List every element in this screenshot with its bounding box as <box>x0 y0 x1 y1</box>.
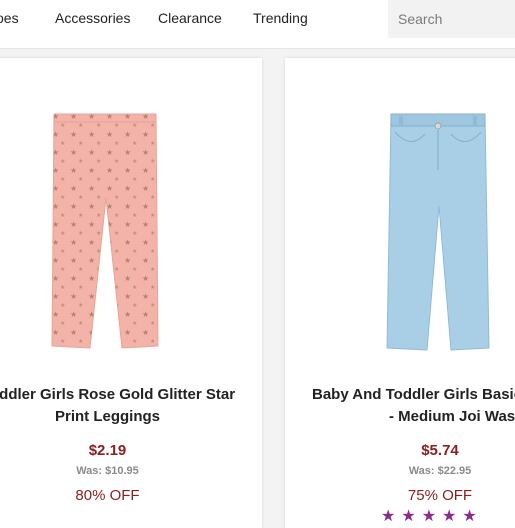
nav-item-accessories[interactable]: Accessories <box>55 10 130 26</box>
nav-item-clearance[interactable]: Clearance <box>158 10 222 26</box>
product-card[interactable]: ★ ★ oddler Girls Rose Gold Glitter Star … <box>0 58 262 528</box>
rating-stars: ★★★★★ <box>381 508 483 525</box>
product-name[interactable]: oddler Girls Rose Gold Glitter Star Prin… <box>0 384 236 428</box>
product-name[interactable]: Baby And Toddler Girls Basic J - Medium … <box>285 384 515 428</box>
search-input[interactable] <box>388 0 513 38</box>
product-card[interactable]: Baby And Toddler Girls Basic J - Medium … <box>285 58 515 528</box>
sale-price: $5.74 <box>421 442 459 459</box>
sale-price: $2.19 <box>88 442 127 459</box>
product-name-line: Baby And Toddler Girls Basic J <box>312 386 515 403</box>
product-name-line: oddler Girls Rose Gold Glitter Star <box>0 386 236 403</box>
nav-item-shoes[interactable]: oes <box>0 10 19 26</box>
nav-item-trending[interactable]: Trending <box>253 10 308 26</box>
product-name-line: Print Leggings <box>55 408 160 425</box>
product-image-jeans[interactable] <box>385 110 500 358</box>
original-price: Was: $22.95 <box>408 465 472 477</box>
top-navigation: oes Accessories Clearance Trending <box>0 0 515 49</box>
discount-label: 75% OFF <box>407 487 473 504</box>
original-price: Was: $10.95 <box>76 465 139 477</box>
product-image-leggings[interactable]: ★ ★ <box>50 110 170 355</box>
search-box <box>388 0 515 38</box>
discount-label: 80% OFF <box>75 487 140 504</box>
product-name-line: - Medium Joi Wash <box>389 408 515 425</box>
